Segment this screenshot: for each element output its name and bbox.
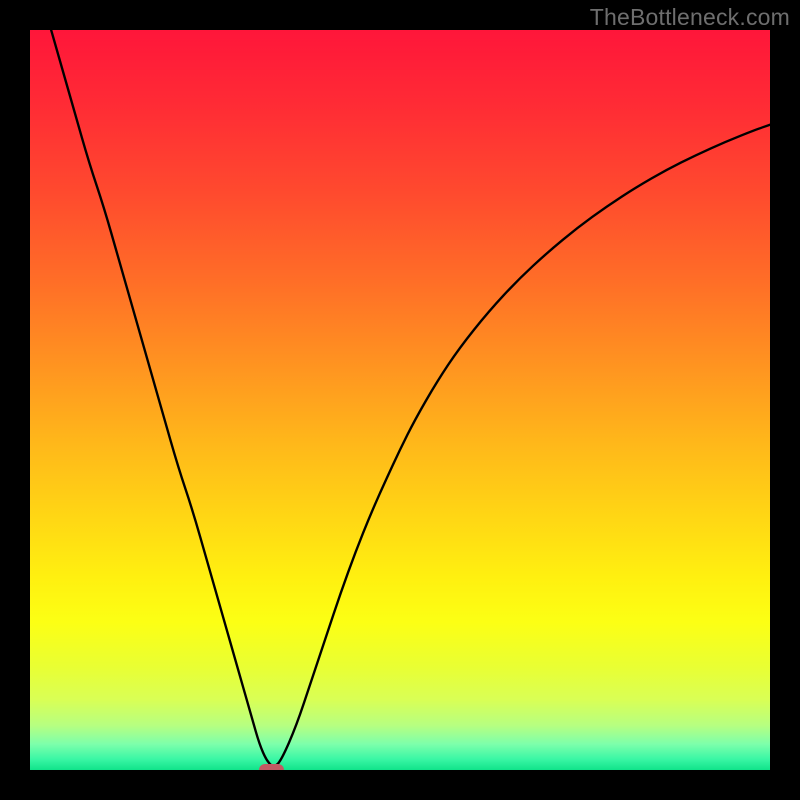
- bottleneck-curve: [30, 30, 770, 766]
- minimum-marker: [259, 764, 284, 770]
- outer-frame: TheBottleneck.com: [0, 0, 800, 800]
- plot-area: [30, 30, 770, 770]
- curve-svg: [30, 30, 770, 770]
- watermark-text: TheBottleneck.com: [590, 4, 790, 31]
